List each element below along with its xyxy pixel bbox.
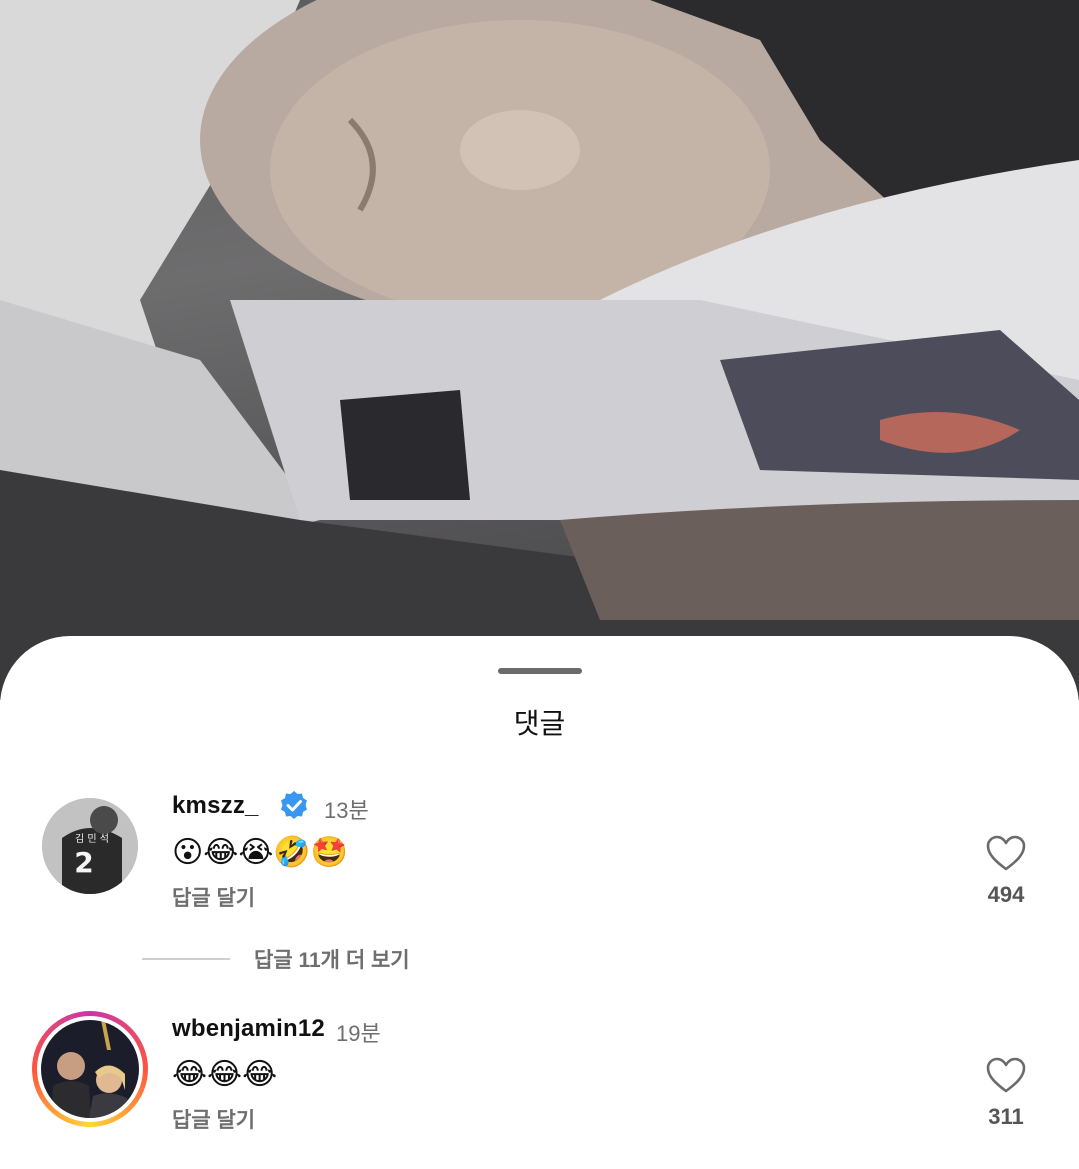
like-button[interactable]: 311 [976, 1056, 1036, 1130]
comment-time: 13분 [324, 798, 369, 823]
view-more-replies-label[interactable]: 답글 11개 더 보기 [254, 944, 410, 974]
avatar-jersey-number: 2 [74, 846, 93, 879]
avatar-jersey-name: 김 민 석 [75, 833, 109, 845]
comment-text: 😮😂😭🤣🤩 [172, 836, 349, 869]
avatar-image: 김 민 석 2 [42, 798, 138, 894]
verified-badge-icon [281, 791, 307, 819]
like-count: 311 [988, 1104, 1024, 1129]
story-ring-avatar[interactable] [32, 1011, 148, 1127]
heart-icon[interactable] [985, 1056, 1027, 1094]
heart-icon[interactable] [985, 834, 1027, 872]
like-count: 494 [987, 882, 1025, 907]
avatar[interactable] [41, 1020, 139, 1118]
reply-button[interactable]: 답글 달기 [172, 1104, 255, 1134]
drag-handle[interactable] [498, 668, 582, 674]
post-photo [0, 0, 1079, 700]
comment-text: 😂😂😂 [172, 1058, 278, 1091]
view-more-replies[interactable]: 답글 11개 더 보기 [142, 944, 410, 974]
avatar[interactable]: 김 민 석 2 [42, 798, 138, 894]
sheet-title: 댓글 [513, 708, 566, 739]
comments-sheet: 댓글 [0, 636, 1079, 1169]
divider-line [142, 958, 230, 960]
like-button[interactable]: 494 [976, 834, 1036, 908]
comment-username[interactable]: wbenjamin12 [172, 1015, 325, 1043]
photo-illustration [0, 0, 1079, 700]
comment-username[interactable]: kmszz_ [172, 792, 259, 820]
comment-time: 19분 [336, 1021, 381, 1046]
avatar-image [41, 1020, 139, 1118]
reply-button[interactable]: 답글 달기 [172, 882, 255, 912]
